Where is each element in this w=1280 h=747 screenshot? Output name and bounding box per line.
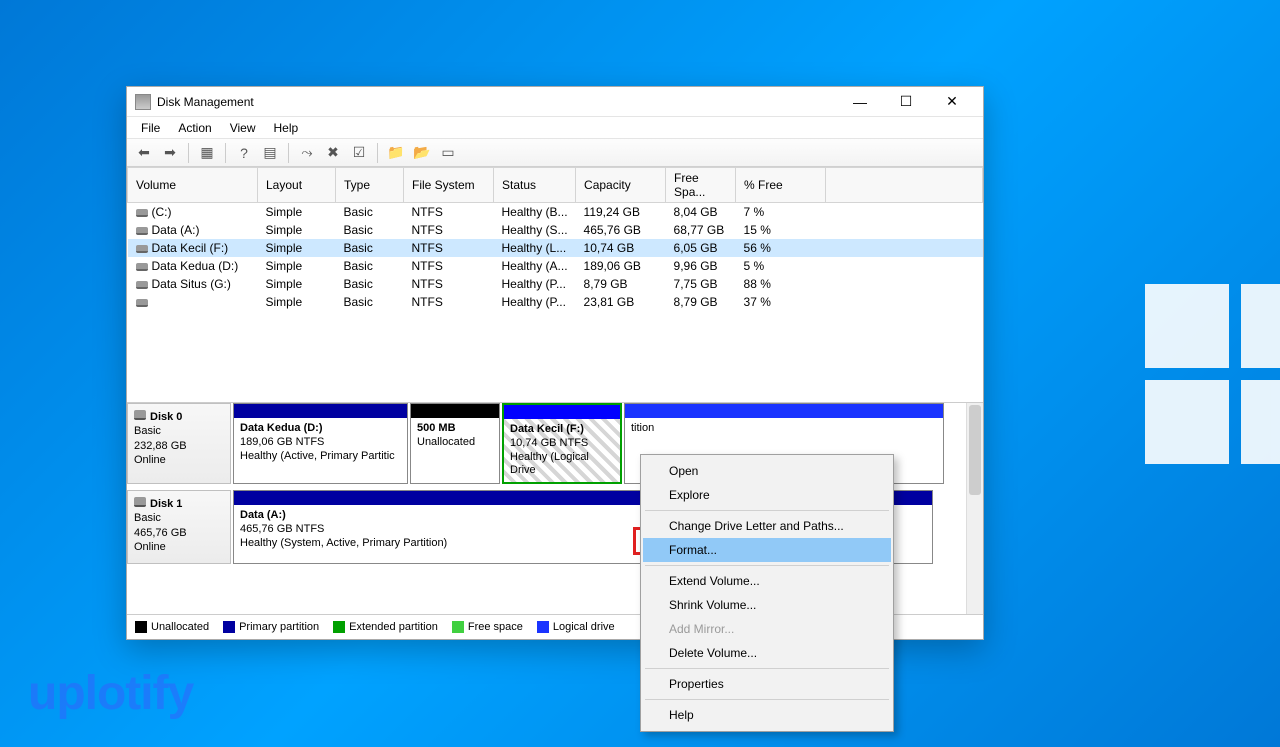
partition-unalloc[interactable]: 500 MBUnallocated [410, 403, 500, 484]
list-view-icon[interactable]: ▤ [259, 142, 281, 164]
cm-extend[interactable]: Extend Volume... [643, 569, 891, 593]
volume-icon [136, 281, 148, 289]
folder-icon[interactable]: 📁 [385, 142, 407, 164]
menubar: File Action View Help [127, 117, 983, 139]
disk-header[interactable]: Disk 0Basic232,88 GBOnline [127, 403, 231, 484]
help-icon[interactable]: ? [233, 142, 255, 164]
legend-logical: Logical drive [553, 621, 615, 633]
legend-primary: Primary partition [239, 621, 319, 633]
table-row[interactable]: SimpleBasicNTFSHealthy (P...23,81 GB8,79… [128, 293, 983, 311]
header-row[interactable]: Volume Layout Type File System Status Ca… [128, 168, 983, 203]
volume-icon [136, 227, 148, 235]
table-row[interactable]: Data Kedua (D:)SimpleBasicNTFSHealthy (A… [128, 257, 983, 275]
table-row[interactable]: (C:)SimpleBasicNTFSHealthy (B...119,24 G… [128, 203, 983, 222]
folder2-icon[interactable]: 📂 [411, 142, 433, 164]
menu-file[interactable]: File [133, 119, 168, 137]
forward-icon[interactable]: ➡ [159, 142, 181, 164]
table-row[interactable]: Data Kecil (F:)SimpleBasicNTFSHealthy (L… [128, 239, 983, 257]
legend-extended: Extended partition [349, 621, 438, 633]
minimize-button[interactable]: — [837, 88, 883, 116]
scrollbar[interactable] [966, 403, 983, 614]
col-volume[interactable]: Volume [128, 168, 258, 203]
col-capacity[interactable]: Capacity [576, 168, 666, 203]
col-layout[interactable]: Layout [258, 168, 336, 203]
delete-icon[interactable]: ✖ [322, 142, 344, 164]
volume-icon [136, 245, 148, 253]
menu-action[interactable]: Action [170, 119, 219, 137]
partition-selected[interactable]: Data Kecil (F:)10,74 GB NTFSHealthy (Log… [502, 403, 622, 484]
col-pct[interactable]: % Free [736, 168, 826, 203]
refresh-icon[interactable]: ⤳ [296, 142, 318, 164]
legend-free: Free space [468, 621, 523, 633]
menu-view[interactable]: View [222, 119, 264, 137]
volume-list[interactable]: Volume Layout Type File System Status Ca… [127, 167, 983, 402]
disk-icon [134, 410, 146, 420]
titlebar[interactable]: Disk Management — ☐ ✕ [127, 87, 983, 117]
cm-explore[interactable]: Explore [643, 483, 891, 507]
col-extra[interactable] [826, 168, 983, 203]
window-icon[interactable]: ▭ [437, 142, 459, 164]
cm-help[interactable]: Help [643, 703, 891, 727]
cm-mirror: Add Mirror... [643, 617, 891, 641]
disk-icon [134, 497, 146, 507]
volume-icon [136, 209, 148, 217]
close-button[interactable]: ✕ [929, 88, 975, 116]
legend-unallocated: Unallocated [151, 621, 209, 633]
table-row[interactable]: Data Situs (G:)SimpleBasicNTFSHealthy (P… [128, 275, 983, 293]
app-icon [135, 94, 151, 110]
windows-logo [1145, 284, 1280, 464]
toolbar: ⬅ ➡ ▦ ? ▤ ⤳ ✖ ☑ 📁 📂 ▭ [127, 139, 983, 167]
col-status[interactable]: Status [494, 168, 576, 203]
cm-properties[interactable]: Properties [643, 672, 891, 696]
back-icon[interactable]: ⬅ [133, 142, 155, 164]
check-icon[interactable]: ☑ [348, 142, 370, 164]
cm-format[interactable]: Format... [643, 538, 891, 562]
cm-shrink[interactable]: Shrink Volume... [643, 593, 891, 617]
partition-primary[interactable]: Data Kedua (D:)189,06 GB NTFSHealthy (Ac… [233, 403, 408, 484]
volume-icon [136, 299, 148, 307]
table-row[interactable]: Data (A:)SimpleBasicNTFSHealthy (S...465… [128, 221, 983, 239]
menu-help[interactable]: Help [266, 119, 307, 137]
cm-open[interactable]: Open [643, 459, 891, 483]
disk-header[interactable]: Disk 1Basic465,76 GBOnline [127, 490, 231, 564]
watermark: uplotify [28, 666, 193, 721]
cm-change[interactable]: Change Drive Letter and Paths... [643, 514, 891, 538]
col-fs[interactable]: File System [404, 168, 494, 203]
maximize-button[interactable]: ☐ [883, 88, 929, 116]
cm-delete[interactable]: Delete Volume... [643, 641, 891, 665]
console-tree-icon[interactable]: ▦ [196, 142, 218, 164]
col-type[interactable]: Type [336, 168, 404, 203]
col-free[interactable]: Free Spa... [666, 168, 736, 203]
window-title: Disk Management [157, 95, 837, 109]
context-menu: Open Explore Change Drive Letter and Pat… [640, 454, 894, 732]
volume-icon [136, 263, 148, 271]
